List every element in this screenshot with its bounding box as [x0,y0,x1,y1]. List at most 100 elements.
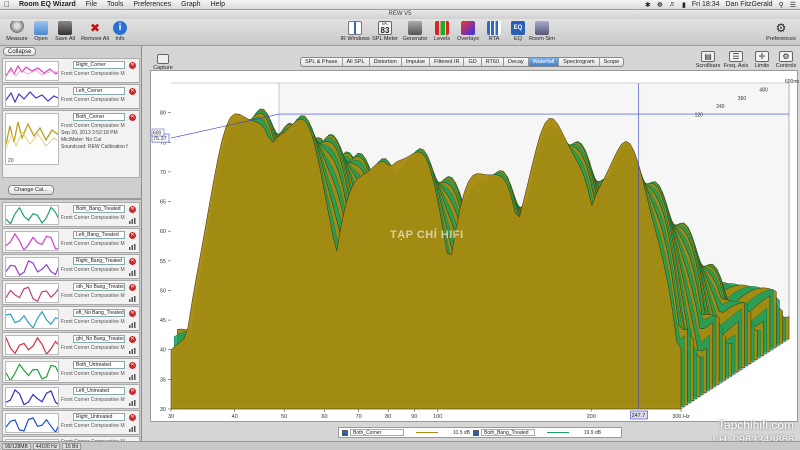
bars-icon[interactable] [129,270,136,276]
remove-measurement-icon[interactable]: ✕ [129,284,136,291]
remove-measurement-icon[interactable]: ✕ [129,414,136,421]
menu-graph[interactable]: Graph [176,1,205,8]
measurement-row[interactable]: Both_Untreated Front Corner Comparative M… [2,358,140,383]
freq-axis-button[interactable]: ☰ Freq. Axis [722,51,750,69]
tab-gd[interactable]: GD [464,58,482,66]
remove-measurement-icon[interactable]: ✕ [129,88,136,95]
measurement-row[interactable]: eft_No Bang_Treated Front Corner Comparat… [2,306,140,331]
tab-impulse[interactable]: Impulse [402,58,431,66]
measurement-row[interactable]: ght_No Bang_Treated Front Corner Comparat… [2,332,140,357]
measurement-row[interactable]: Both_Bang_Treated Front Corner Comparativ… [2,202,140,227]
measurement-name-field[interactable]: Right_Untreated [73,413,125,421]
controls-button[interactable]: ⚙ Controls [772,51,800,69]
measurement-row[interactable]: Right_Bang_Treated Front Corner Comparati… [2,254,140,279]
remove-measurement-icon[interactable]: ✕ [129,258,136,265]
menu-preferences[interactable]: Preferences [128,1,176,8]
waterfall-graph[interactable]: 80 75 70 65 60 55 50 45 40 35 30 30 40 50 60 70 80 90 100 2… [150,70,799,423]
tab-filtered-ir[interactable]: Filtered IR [430,58,465,66]
menu-app-name[interactable]: Room EQ Wizard [14,1,81,8]
tab-scope[interactable]: Scope [600,58,624,66]
tab-distortion[interactable]: Distortion [370,58,402,66]
legend-checkbox[interactable] [473,429,479,436]
tab-waterfall[interactable]: Waterfall [528,58,560,66]
capture-button[interactable]: Capture [150,54,176,71]
measurement-name-field[interactable]: oth_No Bang_Treated [73,283,125,291]
measurement-thumbnail [5,61,59,81]
measurement-row[interactable]: Left_Untreated Front Corner Comparative M… [2,384,140,409]
user-name[interactable]: Dan FitzGerald [726,1,773,8]
measurement-row[interactable]: oth_No Bang_Treated Front Corner Comparat… [2,280,140,305]
info-label: Info [115,36,125,42]
measurement-row-selected[interactable]: 20 Both_Corner Front Corner Comparative … [2,110,140,178]
bars-icon[interactable] [129,218,136,224]
legend-series-name[interactable]: Both_Corner [350,429,404,436]
measurement-name-field[interactable]: Both_Untreated [73,361,125,369]
measurement-name-field[interactable]: Right_Bang_Treated [73,257,125,265]
tab-all-spl[interactable]: All SPL [343,58,370,66]
remove-measurement-icon[interactable]: ✕ [129,310,136,317]
bluetooth-icon[interactable]: ✱ [645,1,651,9]
measurement-row[interactable]: Right_Corner Front Corner Comparative M … [2,58,140,83]
change-cal-button[interactable]: Change Cal... [8,185,54,195]
notification-icon[interactable]: ☰ [790,1,796,9]
measurement-row[interactable]: Left_Corner Front Corner Comparative M ✕ [2,84,140,109]
measurement-name-field[interactable]: Both_Bang_Treated [73,205,125,213]
x-tick-label: 40 [232,414,238,420]
tab-rt60[interactable]: RT60 [482,58,505,66]
tab-spectrogram[interactable]: Spectrogram [559,58,600,66]
room-sim-button[interactable]: Room Sim [527,21,557,42]
panel-divider[interactable] [0,198,142,200]
collapse-button[interactable]: Collapse [3,47,37,56]
remove-measurement-icon[interactable]: ✕ [129,114,136,121]
measurement-row[interactable]: Left_Bang_Treated Front Corner Comparativ… [2,228,140,253]
menu-tools[interactable]: Tools [102,1,128,8]
menu-help[interactable]: Help [206,1,230,8]
volume-icon[interactable]: ♬ [669,1,676,8]
scrollbars-button[interactable]: ▤ Scrollbars [694,51,722,69]
bars-icon[interactable] [129,426,136,432]
spotlight-icon[interactable]: ⚲ [779,1,784,9]
ir-windows-button[interactable]: IR Windows [340,21,370,42]
apple-icon[interactable]:  [0,0,14,9]
measurement-name-field[interactable]: Left_Corner [73,87,125,95]
menu-file[interactable]: File [81,1,102,8]
x-tick-label: 80 [385,414,391,420]
measurement-name-field[interactable]: Left_Bang_Treated [73,231,125,239]
x-tick-label: 90 [411,414,417,420]
bars-icon[interactable] [129,322,136,328]
remove-measurement-icon[interactable]: ✕ [129,232,136,239]
battery-icon[interactable]: ▮ [682,1,686,9]
measurement-name-field[interactable]: Both_Corner [73,113,125,121]
info-button[interactable]: i Info [105,21,135,42]
preferences-button[interactable]: ⚙ Preferences [764,21,798,42]
bars-icon[interactable] [129,400,136,406]
remove-measurement-icon[interactable]: ✕ [129,206,136,213]
clock[interactable]: Fri 18:34 [692,1,720,8]
spl-meter-button[interactable]: SPL 83 SPL Meter [370,21,400,42]
remove-measurement-icon[interactable]: ✕ [129,362,136,369]
tab-decay[interactable]: Decay [504,58,529,66]
remove-measurement-icon[interactable]: ✕ [129,388,136,395]
info-icon: i [113,21,127,35]
wifi-icon[interactable]: ☸ [657,1,663,9]
measurement-name-field[interactable]: eft_No Bang_Treated [73,309,125,317]
memory-usage[interactable]: 99/128MB [2,442,31,450]
legend-series-name[interactable]: Both_Bang_Treated [481,429,535,436]
bars-icon[interactable] [129,296,136,302]
bars-icon[interactable] [129,244,136,250]
save-all-button[interactable]: Save All [50,21,80,42]
measurement-name-field[interactable]: ght_No Bang_Treated [73,335,125,343]
legend-checkbox[interactable] [342,429,348,436]
remove-measurement-icon[interactable]: ✕ [129,336,136,343]
waterfall-plot[interactable]: 807570656055504540353030 40 50 60 70 80 90 100 2… [151,71,799,423]
remove-measurement-icon[interactable]: ✕ [129,62,136,69]
tab-spl-phase[interactable]: SPL & Phase [301,58,343,66]
generator-button[interactable]: Generator [400,21,430,42]
measurement-name-field[interactable]: Left_Untreated [73,387,125,395]
measurement-name-field[interactable]: Right_Corner [73,61,125,69]
bars-icon[interactable] [129,374,136,380]
room-sim-icon [535,21,549,35]
freq-axis-icon: ☰ [729,51,743,62]
bars-icon[interactable] [129,348,136,354]
measurement-row[interactable]: Right_Untreated Front Corner Comparative … [2,410,140,435]
